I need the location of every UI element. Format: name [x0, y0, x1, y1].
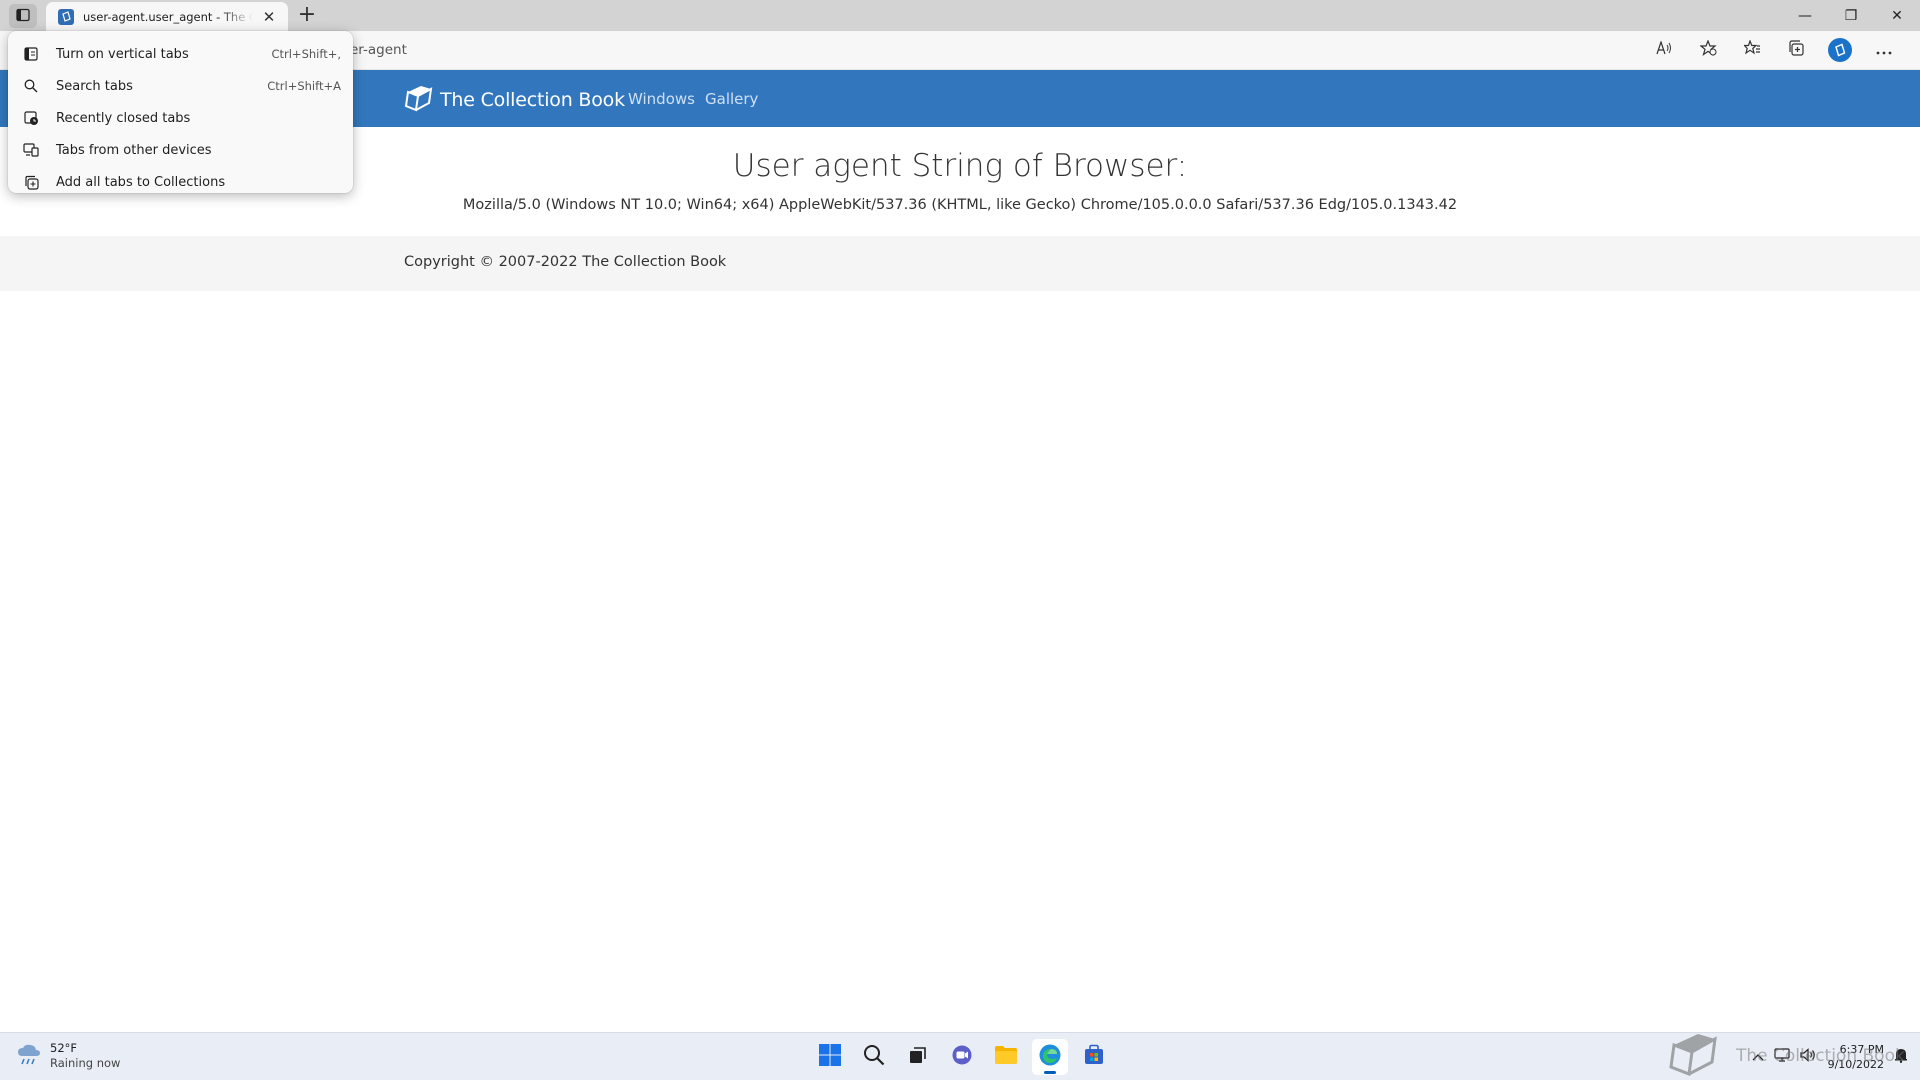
- volume-icon[interactable]: [1799, 1048, 1816, 1066]
- search-icon: [863, 1044, 885, 1070]
- more-icon: [1876, 41, 1892, 59]
- notification-bell-icon[interactable]: [1894, 1047, 1908, 1067]
- task-view-button[interactable]: [900, 1039, 936, 1075]
- weather-widget[interactable]: 52°F Raining now: [16, 1041, 120, 1071]
- add-favorite-icon: [1698, 39, 1717, 60]
- chevron-up-icon[interactable]: [1752, 1050, 1764, 1065]
- menu-item-shortcut: Ctrl+Shift+,: [271, 47, 341, 61]
- collections-button[interactable]: [1774, 36, 1818, 64]
- devices-icon: [22, 141, 40, 159]
- book-logo-icon: [404, 84, 434, 116]
- taskbar: 52°F Raining now 6:37 PM 9/10/2022: [0, 1032, 1920, 1080]
- tab-close-icon[interactable]: ✕: [260, 8, 278, 26]
- read-aloud-icon: [1656, 40, 1672, 59]
- read-aloud-button[interactable]: [1642, 36, 1686, 64]
- browser-tab[interactable]: user-agent.user_agent - The Collection B…: [46, 2, 288, 31]
- chat-icon: [951, 1044, 973, 1070]
- tab-title: user-agent.user_agent - The Collection B…: [83, 9, 253, 24]
- menu-item-label: Add all tabs to Collections: [56, 174, 226, 190]
- file-explorer-icon: [994, 1045, 1018, 1069]
- brand-title: The Collection Book: [440, 89, 625, 111]
- chat-button[interactable]: [944, 1039, 980, 1075]
- nav-link-gallery[interactable]: Gallery: [705, 90, 758, 108]
- user-agent-string: Mozilla/5.0 (Windows NT 10.0; Win64; x64…: [462, 197, 1458, 213]
- favorites-button[interactable]: [1730, 36, 1774, 64]
- settings-more-button[interactable]: [1862, 36, 1906, 64]
- edge-icon: [1038, 1043, 1062, 1071]
- network-icon[interactable]: [1773, 1048, 1790, 1066]
- store-button[interactable]: [1076, 1039, 1112, 1075]
- tab-actions-menu: Turn on vertical tabs Ctrl+Shift+, Searc…: [8, 31, 353, 193]
- brand-link[interactable]: The Collection Book: [404, 84, 625, 116]
- task-view-icon: [908, 1045, 928, 1069]
- menu-item-recently-closed[interactable]: Recently closed tabs: [8, 102, 353, 134]
- profile-icon: [1828, 38, 1852, 62]
- system-tray: 6:37 PM 9/10/2022: [1742, 1041, 1908, 1073]
- recently-closed-icon: [22, 109, 40, 127]
- taskbar-clock[interactable]: 6:37 PM 9/10/2022: [1828, 1042, 1884, 1072]
- rain-cloud-icon: [16, 1042, 42, 1070]
- tab-actions-icon: [16, 7, 30, 26]
- window-controls: — ❐ ✕: [1782, 0, 1920, 31]
- weather-condition: Raining now: [50, 1056, 121, 1070]
- profile-button[interactable]: [1818, 36, 1862, 64]
- toolbar-icons: [1642, 36, 1906, 64]
- page-footer: Copyright © 2007-2022 The Collection Boo…: [0, 236, 1920, 291]
- menu-item-vertical-tabs[interactable]: Turn on vertical tabs Ctrl+Shift+,: [8, 38, 353, 70]
- new-tab-button[interactable]: +: [294, 3, 320, 29]
- menu-item-other-devices[interactable]: Tabs from other devices: [8, 134, 353, 166]
- start-icon: [818, 1043, 842, 1071]
- collections-icon: [22, 173, 40, 191]
- menu-item-shortcut: Ctrl+Shift+A: [267, 79, 341, 93]
- menu-item-label: Turn on vertical tabs: [56, 46, 189, 62]
- clock-time: 6:37 PM: [1839, 1043, 1884, 1056]
- menu-item-add-to-collections[interactable]: Add all tabs to Collections: [8, 166, 353, 198]
- edge-button[interactable]: [1032, 1039, 1068, 1075]
- collections-icon: [1788, 40, 1804, 60]
- start-button[interactable]: [812, 1039, 848, 1075]
- search-icon: [22, 77, 40, 95]
- title-bar: user-agent.user_agent - The Collection B…: [0, 0, 1920, 31]
- weather-temperature: 52°F: [50, 1041, 77, 1055]
- minimize-button[interactable]: —: [1782, 0, 1828, 31]
- restore-button[interactable]: ❐: [1828, 0, 1874, 31]
- address-bar[interactable]: er-agent: [350, 42, 407, 58]
- taskbar-apps: [812, 1039, 1112, 1075]
- nav-link-windows[interactable]: Windows: [628, 90, 695, 108]
- close-window-button[interactable]: ✕: [1874, 0, 1920, 31]
- store-icon: [1083, 1044, 1105, 1070]
- clock-date: 9/10/2022: [1827, 1058, 1884, 1071]
- menu-item-label: Search tabs: [56, 78, 133, 94]
- menu-item-search-tabs[interactable]: Search tabs Ctrl+Shift+A: [8, 70, 353, 102]
- copyright-text: Copyright © 2007-2022 The Collection Boo…: [404, 254, 727, 270]
- add-favorite-button[interactable]: [1686, 36, 1730, 64]
- menu-item-label: Recently closed tabs: [56, 110, 191, 126]
- tab-actions-button[interactable]: [9, 4, 37, 28]
- favorites-icon: [1742, 39, 1761, 60]
- site-favicon-icon: [58, 8, 74, 25]
- file-explorer-button[interactable]: [988, 1039, 1024, 1075]
- menu-item-label: Tabs from other devices: [56, 142, 212, 158]
- taskbar-search-button[interactable]: [856, 1039, 892, 1075]
- vertical-tabs-icon: [22, 45, 40, 63]
